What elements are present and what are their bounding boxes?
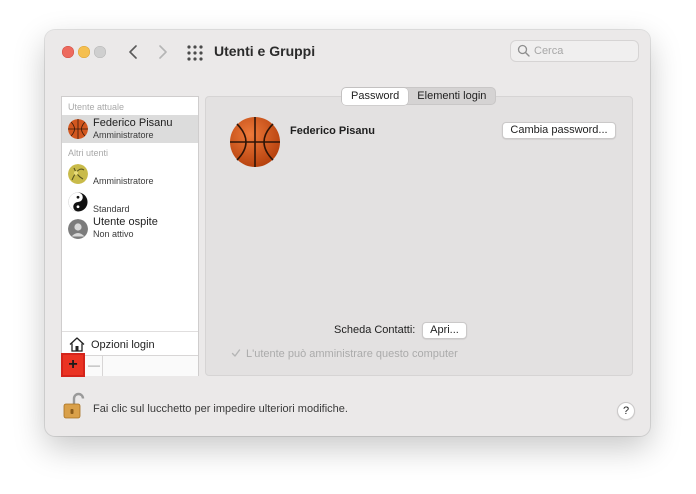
user-row-standard[interactable]: Standard — [62, 189, 198, 217]
search-icon — [517, 44, 530, 57]
add-user-button[interactable]: + — [61, 353, 85, 377]
chevron-left-icon — [129, 45, 137, 59]
remove-user-button[interactable]: — — [87, 355, 101, 375]
chevron-right-icon — [159, 45, 167, 59]
window-title: Utenti e Gruppi — [214, 43, 316, 59]
user-row-admin[interactable]: Amministratore — [62, 161, 198, 189]
forward-button[interactable] — [152, 39, 174, 65]
change-password-button[interactable]: Cambia password... — [502, 122, 616, 139]
yin-yang-icon — [68, 192, 88, 212]
system-preferences-window: Utenti e Gruppi Utente attuale Federico … — [45, 30, 650, 436]
selected-user-name: Federico Pisanu — [290, 125, 375, 137]
admin-checkbox-label: L'utente può amministrare questo compute… — [246, 348, 458, 360]
show-all-button[interactable] — [186, 44, 204, 62]
user-role: Non attivo — [93, 229, 134, 239]
house-icon — [69, 337, 85, 352]
login-options-label: Opzioni login — [91, 339, 155, 351]
zoom-window-button[interactable] — [94, 46, 106, 58]
user-role: Amministratore — [93, 130, 154, 140]
open-contacts-button[interactable]: Apri... — [422, 322, 467, 339]
close-window-button[interactable] — [62, 46, 74, 58]
flower-icon — [68, 164, 88, 184]
user-row-guest[interactable]: Utente ospite Non attivo — [62, 215, 198, 243]
divider — [102, 356, 103, 376]
guest-person-icon — [68, 219, 88, 239]
tab-bar: Password Elementi login — [341, 87, 497, 105]
user-role: Amministratore — [93, 176, 154, 186]
users-sidebar: Utente attuale Federico Pisanu Amministr… — [61, 96, 199, 376]
back-button[interactable] — [122, 39, 144, 65]
unlocked-padlock-icon[interactable] — [63, 392, 85, 420]
user-role: Standard — [93, 204, 130, 214]
search-field[interactable] — [510, 40, 639, 62]
admin-checkbox[interactable] — [231, 348, 241, 358]
search-input[interactable] — [534, 43, 634, 59]
grid-icon — [187, 45, 203, 61]
minimize-window-button[interactable] — [78, 46, 90, 58]
tab-password[interactable]: Password — [342, 88, 409, 105]
tab-login-items[interactable]: Elementi login — [408, 88, 495, 105]
user-name: Federico Pisanu — [93, 117, 173, 129]
basketball-icon — [68, 119, 88, 139]
other-users-section-label: Altri utenti — [68, 148, 109, 158]
contacts-card-label: Scheda Contatti: — [334, 324, 416, 336]
lock-hint-text: Fai clic sul lucchetto per impedire ulte… — [93, 403, 348, 415]
user-name: Utente ospite — [93, 216, 158, 228]
title-bar: Utenti e Gruppi — [45, 30, 650, 76]
user-row-current[interactable]: Federico Pisanu Amministratore — [62, 115, 198, 143]
current-user-section-label: Utente attuale — [68, 102, 125, 112]
help-button[interactable]: ? — [617, 402, 635, 420]
basketball-icon[interactable] — [230, 117, 280, 167]
